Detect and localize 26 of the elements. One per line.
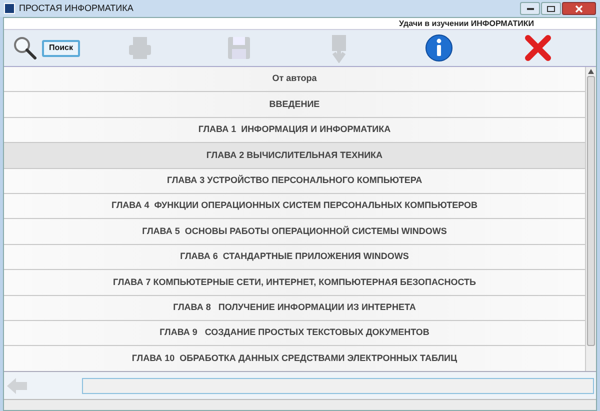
chapter-item[interactable]: ГЛАВА 7 КОМПЬЮТЕРНЫЕ СЕТИ, ИНТЕРНЕТ, КОМПЬЮТЕРНАЯ БЕЗОПАСНОСТЬ	[4, 270, 585, 296]
app-icon	[4, 3, 15, 14]
chapter-item[interactable]: ГЛАВА 2 ВЫЧИСЛИТЕЛЬНАЯ ТЕХНИКА	[4, 143, 585, 169]
minimize-button[interactable]	[520, 2, 540, 15]
close-button[interactable]	[562, 2, 596, 15]
maximize-button[interactable]	[541, 2, 561, 15]
close-icon[interactable]	[523, 33, 554, 63]
search-button[interactable]: Поиск	[42, 40, 80, 56]
chapter-item[interactable]: ГЛАВА 3 УСТРОЙСТВО ПЕРСОНАЛЬНОГО КОМПЬЮТЕРА	[4, 168, 585, 194]
window-title: ПРОСТАЯ ИНФОРМАТИКА	[19, 2, 134, 15]
chapter-item[interactable]: ГЛАВА 8 ПОЛУЧЕНИЕ ИНФОРМАЦИИ ИЗ ИНТЕРНЕТА	[4, 296, 585, 321]
chapter-item[interactable]: ГЛАВА 10 ОБРАБОТКА ДАННЫХ СРЕДСТВАМИ ЭЛЕКТРОННЫХ ТАБЛИЦ	[4, 346, 585, 371]
chapter-item[interactable]: ГЛАВА 1 ИНФОРМАЦИЯ И ИНФОРМАТИКА	[4, 118, 585, 144]
chapter-item[interactable]: От автора	[4, 67, 585, 92]
close-icon	[575, 4, 583, 12]
info-icon[interactable]	[424, 33, 454, 63]
chapter-item[interactable]: ГЛАВА 9 СОЗДАНИЕ ПРОСТЫХ ТЕКСТОВЫХ ДОКУМЕНТОВ	[4, 320, 585, 346]
chapter-item[interactable]: ГЛАВА 5 ОСНОВЫ РАБОТЫ ОПЕРАЦИОННОЙ СИСТЕМЫ WINDOWS	[4, 219, 585, 245]
search-icon[interactable]	[12, 35, 38, 61]
chapter-item[interactable]: ГЛАВА 4 ФУНКЦИИ ОПЕРАЦИОННЫХ СИСТЕМ ПЕРСОНАЛЬНЫХ КОМПЬЮТЕРОВ	[4, 194, 585, 220]
chapter-item[interactable]: ГЛАВА 6 СТАНДАРТНЫЕ ПРИЛОЖЕНИЯ WINDOWS	[4, 244, 585, 270]
chapter-item[interactable]: ВВЕДЕНИЕ	[4, 92, 585, 118]
input-field[interactable]	[82, 378, 594, 394]
scrollbar[interactable]	[585, 67, 596, 371]
scroll-up-arrow-icon[interactable]	[588, 69, 594, 74]
greeting-text: Удачи в изучении ИНФОРМАТИКИ	[399, 18, 534, 30]
